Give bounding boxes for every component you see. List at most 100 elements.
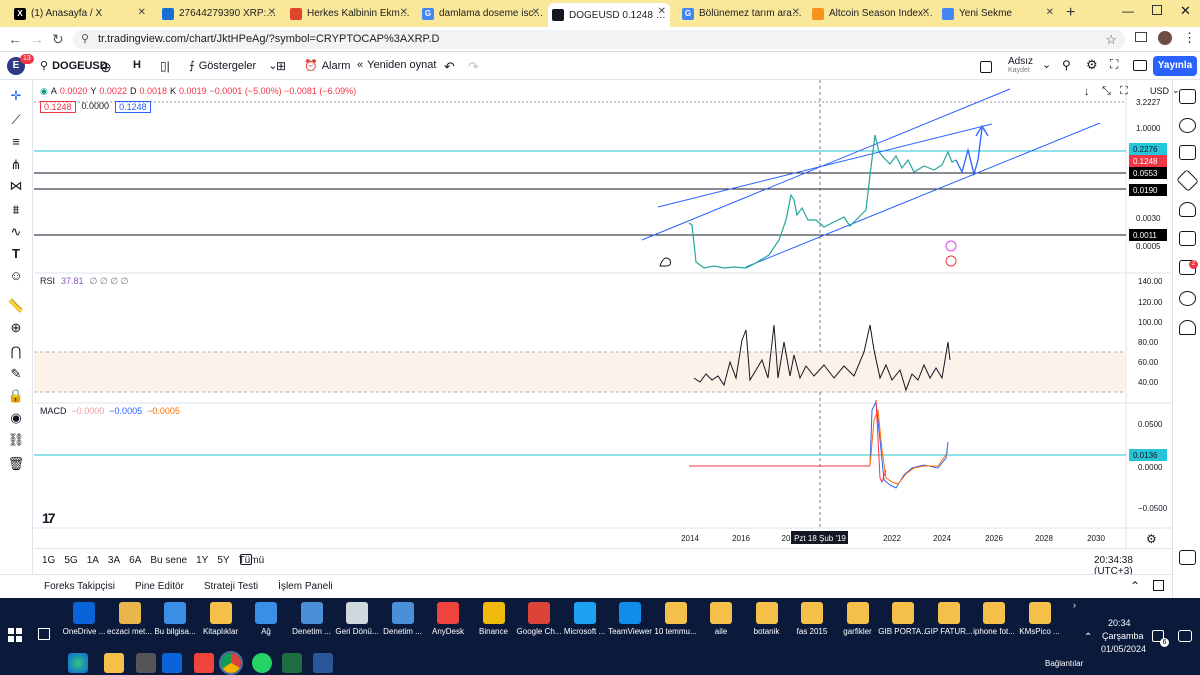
desktop-shortcut[interactable]: fas 2015	[786, 602, 838, 636]
calendar-icon[interactable]	[1179, 231, 1196, 246]
desktop-shortcut[interactable]: Denetim ...	[377, 602, 429, 636]
goto-date-icon[interactable]	[240, 554, 252, 565]
watchlist-icon[interactable]	[1179, 89, 1196, 104]
data-window-icon[interactable]	[1179, 145, 1196, 160]
camera-icon[interactable]	[1133, 60, 1147, 71]
panel-tab[interactable]: İşlem Paneli	[278, 581, 332, 592]
compare-button[interactable]: ⊕	[100, 59, 112, 76]
tab-close-icon[interactable]: ✕	[922, 7, 930, 18]
fib-retracement-icon[interactable]: ≡	[7, 134, 25, 150]
collapse-panel-icon[interactable]: ⌃	[1130, 579, 1140, 593]
zoom-icon[interactable]: ⊕	[7, 320, 25, 336]
desktop-shortcut[interactable]: eczaci met...	[104, 602, 156, 636]
forecast-icon[interactable]: ⩩	[7, 202, 25, 218]
bookmark-star-icon[interactable]: ☆	[1105, 30, 1117, 49]
layout-save-label[interactable]: Kaydet	[1008, 67, 1030, 74]
browser-tab[interactable]: DOGEUSD 0.1248 ▼ −6.0✕	[548, 3, 670, 27]
whatsapp-icon[interactable]	[252, 653, 272, 673]
desktop-shortcut[interactable]: Binance	[468, 602, 520, 636]
anydesk-taskbar-icon[interactable]	[194, 653, 214, 673]
desktop-shortcut[interactable]: iphone fot...	[968, 602, 1020, 636]
lock-icon[interactable]: 🔒	[7, 388, 25, 404]
fullscreen-icon[interactable]: ⛶	[1110, 57, 1118, 72]
back-icon[interactable]: ←	[8, 31, 22, 47]
tab-close-icon[interactable]: ✕	[532, 7, 540, 18]
site-info-icon[interactable]: ⚲	[81, 30, 89, 49]
symbol-search[interactable]: ⚲ DOGEUSD	[40, 59, 108, 73]
link-icon[interactable]: ⛓	[7, 432, 25, 448]
range-button[interactable]: 6A	[129, 555, 141, 566]
mail-icon[interactable]	[162, 653, 182, 673]
url-input[interactable]: ⚲ tr.tradingview.com/chart/JktHPeAg/?sym…	[73, 30, 1125, 49]
chart-type-icon[interactable]: ▯|	[160, 59, 170, 73]
desktop-shortcut[interactable]: 10 temmu...	[650, 602, 702, 636]
alarm-button[interactable]: ⏰ Alarm	[304, 59, 350, 73]
reload-icon[interactable]: ↻	[52, 31, 64, 48]
tab-close-icon[interactable]: ✕	[1046, 7, 1054, 18]
word-icon[interactable]	[313, 653, 333, 673]
forward-icon[interactable]: →	[30, 31, 44, 47]
desktop-shortcut[interactable]: Kitaplıklar	[195, 602, 247, 636]
range-button[interactable]: 1G	[42, 555, 55, 566]
desktop-shortcut[interactable]: Google Ch...	[513, 602, 565, 636]
clock-day[interactable]: Çarşamba	[1102, 631, 1144, 641]
clock-time[interactable]: 20:34	[1108, 618, 1131, 628]
clock-date[interactable]: 01/05/2024	[1101, 644, 1146, 654]
brush-icon[interactable]: ∿	[7, 224, 25, 240]
range-button[interactable]: 5G	[64, 555, 77, 566]
desktop-shortcut[interactable]: TeamViewer	[604, 602, 656, 636]
chrome-taskbar-icon[interactable]	[219, 651, 243, 675]
close-window-button[interactable]: ✕	[1180, 3, 1191, 19]
trash-icon[interactable]: 🗑	[7, 456, 25, 472]
network-label[interactable]: Bağlantılar	[1045, 659, 1083, 668]
desktop-shortcut[interactable]: botanik	[741, 602, 793, 636]
range-button[interactable]: 3A	[108, 555, 120, 566]
file-explorer-icon[interactable]	[104, 653, 124, 673]
chat-bubble-icon[interactable]	[1178, 630, 1192, 642]
collapse-icon[interactable]: ⤡	[1102, 85, 1111, 98]
templates-icon[interactable]: ⊞	[276, 59, 286, 73]
layout-chevron-icon[interactable]: ⌄	[1042, 58, 1051, 71]
desktop-shortcut[interactable]: Ağ	[240, 602, 292, 636]
replay-button[interactable]: «Yeniden oynat	[357, 59, 436, 71]
tab-close-icon[interactable]: ✕	[792, 7, 800, 18]
panel-tab[interactable]: Pine Editör	[135, 581, 184, 592]
hotlist-flame-icon[interactable]	[1179, 202, 1196, 217]
desktop-shortcut[interactable]: Denetim ...	[286, 602, 338, 636]
layout-square-icon[interactable]	[980, 61, 992, 73]
range-button[interactable]: 5Y	[217, 555, 229, 566]
desktop-shortcut[interactable]: AnyDesk	[422, 602, 474, 636]
more-icons-chevron[interactable]: ›	[1073, 600, 1076, 610]
emoji-icon[interactable]: ☺	[7, 268, 25, 284]
profile-avatar[interactable]	[1158, 31, 1172, 45]
bid-box[interactable]: 0.1248	[40, 101, 76, 113]
chart-canvas[interactable]: 3.2227 1.0000 0.0030 0.0005 0.2276 0.1248 0.05…	[34, 80, 1172, 548]
ask-box[interactable]: 0.1248	[115, 101, 151, 113]
axis-settings-gear-icon[interactable]: ⚙	[1146, 532, 1157, 546]
alerts-clock-icon[interactable]	[1179, 118, 1196, 133]
browser-tab[interactable]: 27644279390 XRP:MARK✕	[158, 4, 280, 23]
browser-tab[interactable]: G Bölünemez tarım arazisi ✕	[678, 4, 804, 23]
layers-icon[interactable]	[1176, 169, 1199, 192]
browser-tab[interactable]: Yeni Sekme ✕	[938, 4, 1058, 23]
eye-icon[interactable]: ◉	[7, 410, 25, 426]
desktop-shortcut[interactable]: Geri Dönü...	[331, 602, 383, 636]
help-icon[interactable]	[1179, 550, 1196, 565]
excel-icon[interactable]	[282, 653, 302, 673]
indicators-button[interactable]: ⨍ Göstergeler ⌄	[189, 59, 277, 73]
edge-icon[interactable]	[68, 653, 88, 673]
crosshair-icon[interactable]: ✛	[7, 88, 25, 104]
text-tool-icon[interactable]: T	[7, 246, 25, 262]
browser-tab[interactable]: Altcoin Season Index: Is i ✕	[808, 4, 934, 23]
layout-name[interactable]: Adsız	[1008, 56, 1033, 67]
new-tab-button[interactable]: +	[1066, 4, 1075, 22]
redo-icon[interactable]: ↷	[468, 59, 479, 75]
desktop-shortcut[interactable]: KMsPico ...	[1014, 602, 1066, 636]
streams-icon[interactable]	[1179, 291, 1196, 306]
desktop-shortcut[interactable]: Bu bilgisa...	[149, 602, 201, 636]
menu-icon[interactable]: ⋮	[1183, 30, 1196, 46]
windows-start-icon[interactable]	[8, 628, 22, 642]
desktop-shortcut[interactable]: aile	[695, 602, 747, 636]
ruler-icon[interactable]: 📏	[7, 298, 25, 314]
range-button[interactable]: Bu sene	[150, 555, 187, 566]
